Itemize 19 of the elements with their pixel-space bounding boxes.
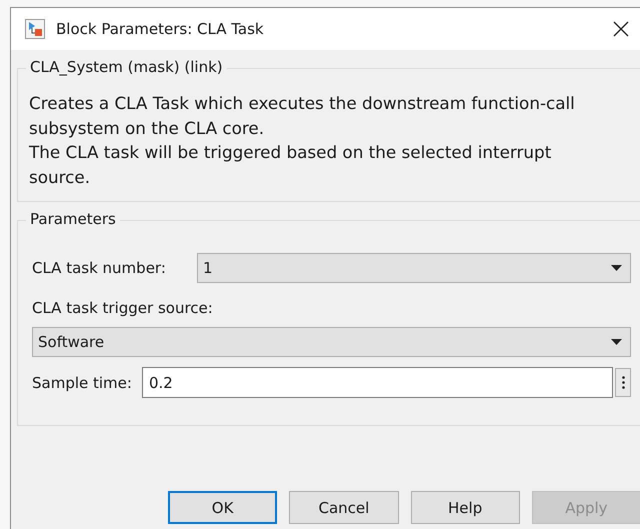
caret-icon: [611, 265, 622, 271]
dialog-button[interactable]: Help: [410, 491, 520, 524]
input-field[interactable]: 0.2: [142, 367, 613, 398]
block-icon: [25, 19, 45, 39]
description-text: Creates a CLA Task which executes the downstream function-call subsystem on the CLA core.: [29, 92, 576, 140]
field-label: Sample time:: [32, 374, 132, 392]
description-text: The CLA task will be triggered based on the selected interrupt source.: [29, 141, 552, 188]
dropdown[interactable]: 1: [197, 253, 631, 283]
window-title: Block Parameters: CLA Task: [56, 20, 264, 38]
more-button[interactable]: [615, 368, 631, 397]
dialog-button[interactable]: OK: [168, 491, 278, 524]
field-label: CLA task number:: [32, 259, 166, 277]
caret-icon: [611, 339, 622, 345]
group-title: CLA_System (mask) (link): [26, 58, 227, 76]
dialog-button[interactable]: Cancel: [289, 491, 399, 524]
field-label: CLA task trigger source:: [32, 299, 214, 317]
more-icon: [622, 376, 624, 389]
close-icon[interactable]: [612, 21, 629, 37]
dropdown[interactable]: Software: [32, 327, 631, 357]
